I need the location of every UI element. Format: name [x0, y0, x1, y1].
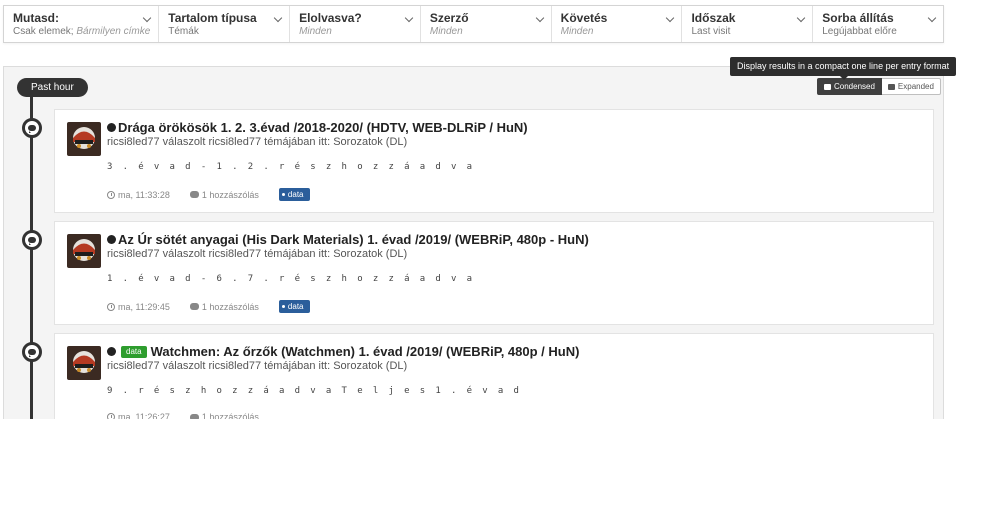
filter-show[interactable]: Mutasd: Csak elemek; Bármilyen címke: [4, 6, 160, 42]
clock-icon: [107, 302, 115, 311]
stream-entry: Drága örökösök 1. 2. 3.évad /2018-2020/ …: [22, 109, 934, 213]
grid-icon: [887, 83, 895, 90]
activity-stream: Past hour Condensed Expanded Drága örökö…: [3, 66, 944, 437]
comment-icon: [189, 191, 199, 198]
unread-indicator-icon: [107, 347, 116, 356]
avatar[interactable]: [67, 122, 101, 156]
comment-icon: [189, 303, 199, 310]
filter-value: Minden: [299, 26, 332, 37]
stream-entry: Az Úr sötét anyagai (His Dark Materials)…: [22, 221, 934, 325]
filter-following[interactable]: Követés Minden: [552, 6, 683, 42]
filter-value: Témák: [168, 26, 199, 37]
filter-title: Sorba állítás: [822, 11, 894, 25]
filter-value: Minden: [429, 26, 463, 37]
filter-value: Csak elemek; Bármilyen címke: [13, 26, 151, 37]
entry-footer: ma, 11:33:28 1 hozzászólás data: [107, 188, 310, 201]
view-mode-tooltip: Display results in a compact one line pe…: [730, 57, 957, 80]
entry-footer: ma, 11:29:45 1 hozzászólás data: [107, 300, 310, 313]
filter-title: Tartalom típusa: [168, 11, 257, 25]
filter-title: Elolvasva?: [299, 11, 362, 25]
entry-comments[interactable]: 1 hozzászólás: [189, 302, 259, 312]
filter-title: Szerző: [429, 11, 469, 25]
list-icon: [824, 83, 831, 90]
comment-marker-icon: [22, 342, 42, 362]
avatar[interactable]: [67, 346, 101, 380]
filter-value: Last visit: [691, 26, 731, 37]
filter-sort[interactable]: Sorba állítás Legújabbat előre: [813, 6, 943, 42]
tag-badge[interactable]: data: [278, 300, 310, 313]
entry-meta: ricsi8led77 válaszolt ricsi8led77 témájá…: [107, 248, 408, 260]
entry-title-text: Watchmen: Az őrzők (Watchmen) 1. évad /2…: [150, 344, 580, 359]
timeline-line: [30, 87, 33, 427]
entry-meta: ricsi8led77 válaszolt ricsi8led77 témájá…: [107, 136, 408, 148]
filter-author[interactable]: Szerző Minden: [421, 6, 552, 42]
entry-snippet: 9 . r é s z h o z z á a d v a T e l j e …: [107, 386, 522, 396]
filter-read-status[interactable]: Elolvasva? Minden: [290, 6, 421, 42]
clock-icon: [107, 190, 115, 199]
comment-marker-icon: [22, 118, 42, 138]
filter-title: Mutasd:: [13, 11, 59, 25]
comment-marker-icon: [22, 230, 42, 250]
entry-snippet: 1 . é v a d - 6 . 7 . r é s z h o z z á …: [107, 274, 475, 284]
entry-time: ma, 11:33:28: [107, 190, 170, 200]
entry-title-link[interactable]: Az Úr sötét anyagai (His Dark Materials)…: [107, 232, 589, 247]
unread-indicator-icon: [107, 123, 116, 132]
label-badge: data: [121, 345, 147, 358]
entry-snippet: 3 . é v a d - 1 . 2 . r é s z h o z z á …: [107, 162, 475, 172]
entry-time: ma, 11:29:45: [107, 302, 170, 312]
expanded-label: Expanded: [897, 82, 934, 91]
filter-value: Legújabbat előre: [822, 26, 897, 37]
entry-title-link[interactable]: Drága örökösök 1. 2. 3.évad /2018-2020/ …: [107, 120, 528, 135]
filter-title: Időszak: [691, 11, 736, 25]
tag-badge[interactable]: data: [278, 188, 310, 201]
view-mode-toggle: Condensed Expanded: [817, 78, 941, 95]
filter-title: Követés: [560, 11, 608, 25]
unread-indicator-icon: [107, 235, 116, 244]
filter-period[interactable]: Időszak Last visit: [682, 6, 814, 42]
entry-title-text: Az Úr sötét anyagai (His Dark Materials)…: [118, 232, 589, 247]
time-group-label: Past hour: [17, 78, 88, 97]
condensed-view-button[interactable]: Condensed: [817, 78, 882, 95]
entry-comments[interactable]: 1 hozzászólás: [189, 190, 259, 200]
filter-content-type[interactable]: Tartalom típusa Témák: [159, 6, 291, 42]
condensed-label: Condensed: [834, 82, 875, 91]
stream-filter-bar: Mutasd: Csak elemek; Bármilyen címke Tar…: [3, 5, 944, 43]
entry-title-link[interactable]: data Watchmen: Az őrzők (Watchmen) 1. év…: [107, 344, 579, 359]
filter-value: Minden: [560, 26, 594, 37]
avatar[interactable]: [67, 234, 101, 268]
entry-title-text: Drága örökösök 1. 2. 3.évad /2018-2020/ …: [118, 120, 528, 135]
expanded-view-button[interactable]: Expanded: [881, 78, 941, 95]
page-below-viewport: [0, 419, 1000, 514]
entry-meta: ricsi8led77 válaszolt ricsi8led77 témájá…: [107, 360, 408, 372]
